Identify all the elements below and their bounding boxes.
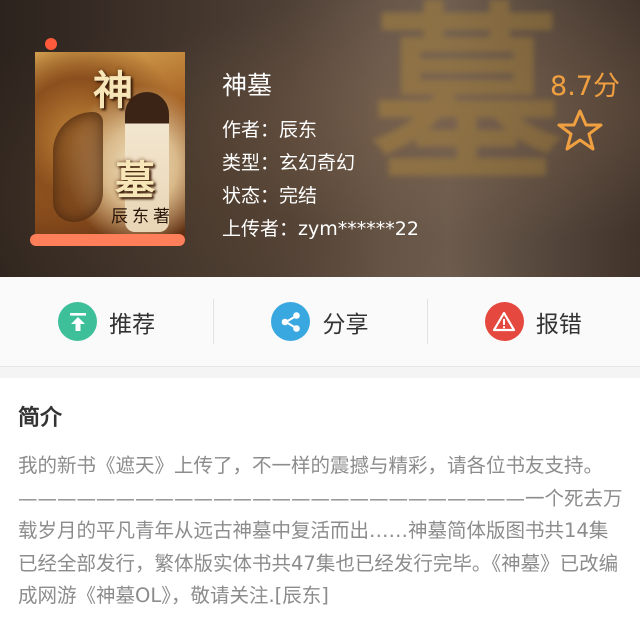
book-header: 墓 神 墓 辰东著 神墓 作者：辰东 类型：玄幻奇幻 状态：完结 上传者：zym… [0,0,640,277]
cover-dragon-art [53,112,103,222]
intro-section: 简介 我的新书《遮天》上传了，不一样的震撼与精彩，请各位书友支持。———————… [0,378,640,640]
warning-icon [484,302,524,341]
report-error-button[interactable]: 报错 [426,277,640,366]
book-type: 类型：玄幻奇幻 [222,152,356,174]
report-error-label: 报错 [535,311,582,338]
action-bar: 推荐 分享 报错 [0,277,640,367]
book-author: 作者：辰东 [222,119,318,141]
upload-arrow-icon [58,302,98,341]
book-title: 神墓 [222,71,273,100]
book-uploader: 上传者：zym******22 [222,218,419,240]
cover-author-text: 辰东著 [111,207,174,227]
favorite-star-button[interactable] [555,108,605,152]
share-icon [271,302,311,341]
redaction-mark [30,234,185,246]
intro-heading: 简介 [18,406,63,431]
intro-text[interactable]: 我的新书《遮天》上传了，不一样的震撼与精彩，请各位书友支持。——————————… [18,450,624,613]
book-score: 8.7分 [550,71,620,102]
redaction-mark [45,38,57,50]
cover-title-char-1: 神 [93,67,133,114]
recommend-button[interactable]: 推荐 [0,277,213,366]
star-icon [557,109,603,151]
cover-title-char-2: 墓 [115,157,155,204]
book-cover[interactable]: 神 墓 辰东著 [35,52,185,242]
recommend-label: 推荐 [109,311,156,338]
book-status: 状态：完结 [222,185,318,207]
share-button[interactable]: 分享 [213,277,426,366]
share-label: 分享 [322,311,369,338]
